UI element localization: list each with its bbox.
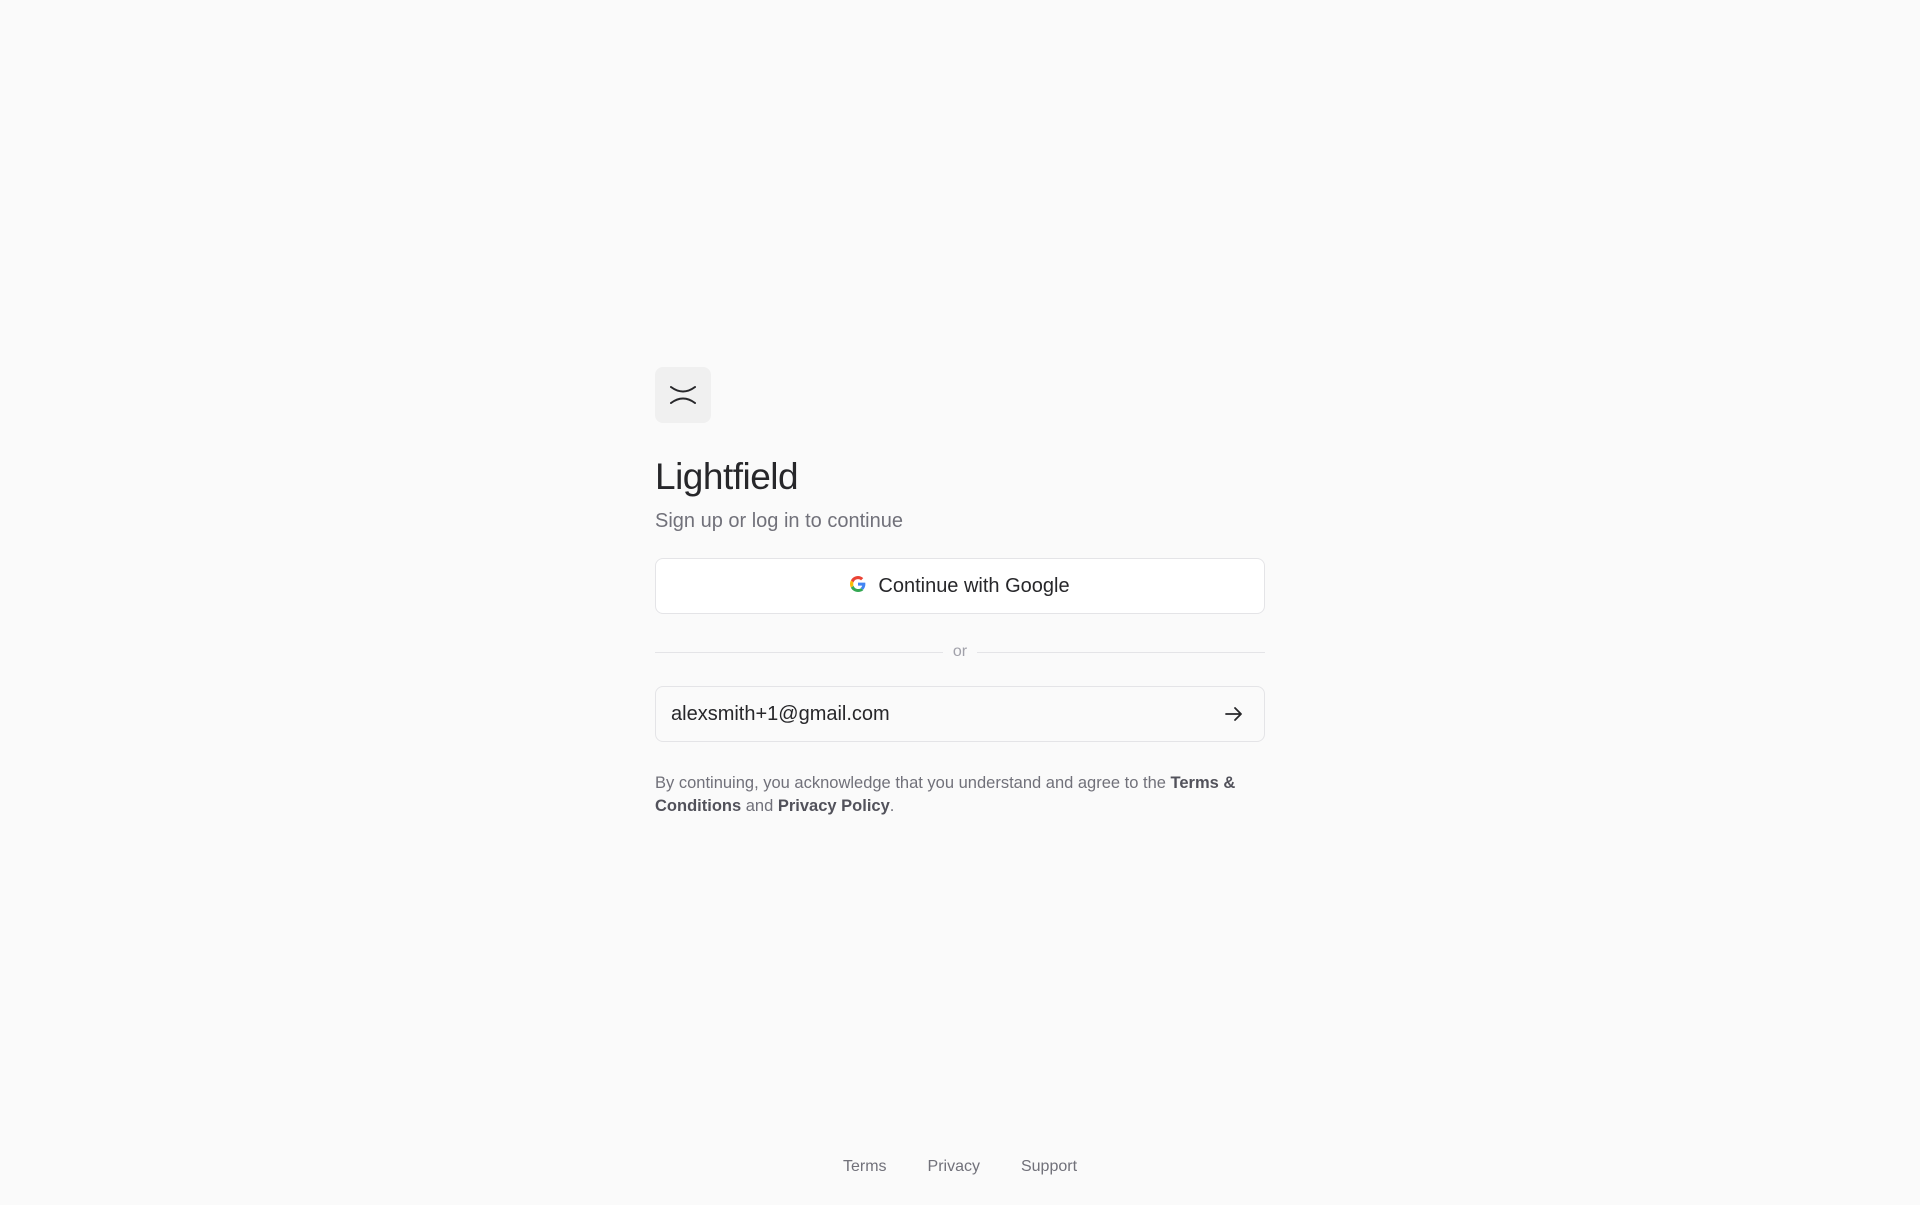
login-page: Lightfield Sign up or log in to continue…: [0, 0, 1920, 1205]
page-subtitle: Sign up or log in to continue: [655, 510, 903, 532]
privacy-policy-link[interactable]: Privacy Policy: [778, 797, 890, 815]
arrow-right-icon[interactable]: [1220, 700, 1248, 728]
email-field: [655, 686, 1265, 742]
google-g-icon: [850, 575, 866, 597]
legal-suffix: .: [889, 797, 895, 815]
divider-line-left: [655, 651, 943, 653]
legal-notice: By continuing, you acknowledge that you …: [655, 772, 1265, 818]
or-divider: or: [655, 642, 1266, 662]
lightfield-logo-icon: [655, 367, 711, 423]
email-input[interactable]: [671, 702, 1220, 726]
auth-panel: Lightfield Sign up or log in to continue…: [655, 367, 1266, 818]
legal-prefix: By continuing, you acknowledge that you …: [655, 774, 1171, 792]
google-button-label: Continue with Google: [878, 574, 1070, 597]
footer-support-link[interactable]: Support: [1021, 1158, 1077, 1176]
divider-line-right: [977, 651, 1266, 653]
footer-privacy-link[interactable]: Privacy: [928, 1158, 980, 1176]
continue-with-google-button[interactable]: Continue with Google: [655, 558, 1265, 614]
logo-mark-icon: [670, 386, 696, 404]
divider-text: or: [952, 643, 968, 660]
footer-links: Terms Privacy Support: [0, 1158, 1920, 1176]
legal-middle: and: [741, 797, 778, 815]
app-title: Lightfield: [655, 456, 799, 497]
footer-terms-link[interactable]: Terms: [843, 1158, 887, 1176]
